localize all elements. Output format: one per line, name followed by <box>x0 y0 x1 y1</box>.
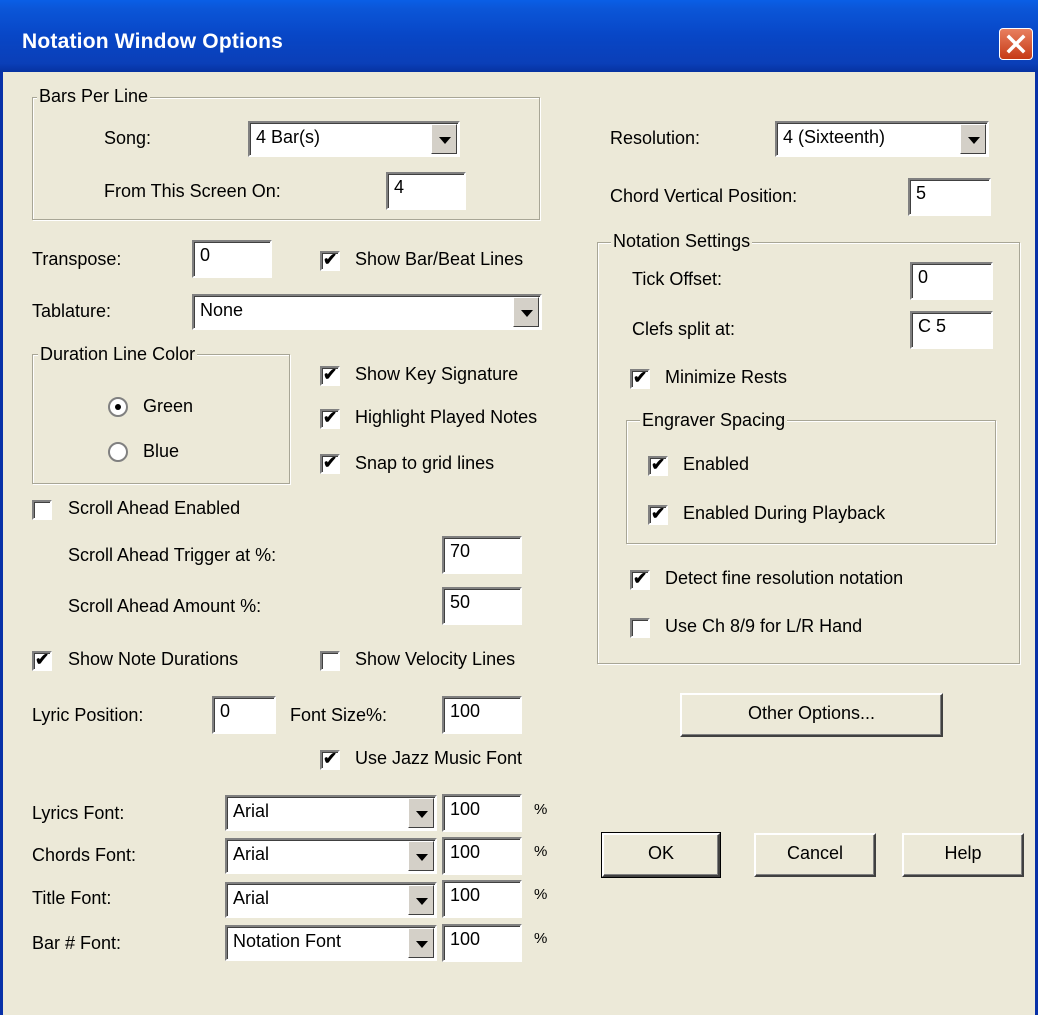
minimize-rests-label[interactable]: Minimize Rests <box>665 367 787 388</box>
resolution-label: Resolution: <box>610 128 701 148</box>
chord-vertical-input[interactable]: 5 <box>908 178 991 216</box>
use-ch-label[interactable]: Use Ch 8/9 for L/R Hand <box>665 616 862 637</box>
highlight-played-checkbox[interactable] <box>320 408 340 429</box>
chevron-down-icon[interactable] <box>408 928 434 958</box>
title-bar[interactable]: Notation Window Options <box>0 0 1038 72</box>
chords-font-value: Arial <box>233 844 270 864</box>
chords-font-select[interactable]: Arial <box>225 838 437 874</box>
song-bars-select[interactable]: 4 Bar(s) <box>248 121 460 157</box>
blue-label[interactable]: Blue <box>143 441 179 462</box>
tablature-value: None <box>200 300 244 320</box>
engraver-playback-label[interactable]: Enabled During Playback <box>683 503 885 524</box>
snap-grid-checkbox[interactable] <box>320 453 340 474</box>
title-font-value: Arial <box>233 888 270 908</box>
chevron-down-icon[interactable] <box>408 885 434 915</box>
ok-button[interactable]: OK <box>601 832 721 878</box>
scroll-trigger-label: Scroll Ahead Trigger at %: <box>68 545 277 565</box>
green-label[interactable]: Green <box>143 396 193 417</box>
lyric-position-label: Lyric Position: <box>32 705 144 725</box>
resolution-select[interactable]: 4 (Sixteenth) <box>775 121 989 157</box>
scroll-amount-input[interactable]: 50 <box>442 587 522 625</box>
song-bars-value: 4 Bar(s) <box>256 127 321 147</box>
bars-per-line-legend: Bars Per Line <box>37 86 151 107</box>
transpose-label: Transpose: <box>32 249 122 269</box>
scroll-ahead-checkbox[interactable] <box>32 500 52 520</box>
close-icon <box>1006 34 1026 54</box>
show-velocity-label[interactable]: Show Velocity Lines <box>355 649 515 670</box>
engraver-legend: Engraver Spacing <box>640 410 788 431</box>
snap-grid-label[interactable]: Snap to grid lines <box>355 453 494 474</box>
chords-font-unit: % <box>534 843 548 860</box>
blue-radio[interactable] <box>108 442 128 462</box>
minimize-rests-checkbox[interactable] <box>630 368 650 389</box>
detect-fine-label[interactable]: Detect fine resolution notation <box>665 568 903 589</box>
jazz-font-checkbox[interactable] <box>320 749 340 770</box>
other-options-button[interactable]: Other Options... <box>680 693 943 737</box>
show-key-sig-label[interactable]: Show Key Signature <box>355 364 518 385</box>
engraver-playback-checkbox[interactable] <box>648 504 668 525</box>
clefs-split-label: Clefs split at: <box>632 319 736 339</box>
scroll-amount-label: Scroll Ahead Amount %: <box>68 596 262 616</box>
show-key-sig-checkbox[interactable] <box>320 365 340 386</box>
jazz-font-label[interactable]: Use Jazz Music Font <box>355 748 522 769</box>
title-font-label: Title Font: <box>32 888 112 908</box>
lyrics-font-label: Lyrics Font: <box>32 803 125 823</box>
notation-settings-legend: Notation Settings <box>611 231 753 252</box>
show-note-durations-checkbox[interactable] <box>32 650 52 671</box>
engraver-group <box>626 420 996 544</box>
bar-font-value: Notation Font <box>233 931 342 951</box>
font-size-input[interactable]: 100 <box>442 696 522 734</box>
tick-offset-label: Tick Offset: <box>632 269 723 289</box>
bar-font-unit: % <box>534 930 548 947</box>
window-title: Notation Window Options <box>22 30 284 53</box>
song-label: Song: <box>104 128 152 148</box>
title-font-unit: % <box>534 886 548 903</box>
scroll-trigger-input[interactable]: 70 <box>442 536 522 574</box>
lyrics-font-select[interactable]: Arial <box>225 795 437 831</box>
help-button[interactable]: Help <box>902 833 1024 877</box>
transpose-input[interactable]: 0 <box>192 240 272 278</box>
show-bar-beat-label[interactable]: Show Bar/Beat Lines <box>355 249 523 270</box>
cancel-button[interactable]: Cancel <box>754 833 876 877</box>
tick-offset-input[interactable]: 0 <box>910 262 993 300</box>
use-ch-checkbox[interactable] <box>630 618 650 638</box>
show-note-durations-label[interactable]: Show Note Durations <box>68 649 238 670</box>
duration-color-legend: Duration Line Color <box>38 344 198 365</box>
show-velocity-checkbox[interactable] <box>320 651 340 671</box>
chevron-down-icon[interactable] <box>960 124 986 154</box>
lyric-position-input[interactable]: 0 <box>212 696 276 734</box>
chord-vertical-label: Chord Vertical Position: <box>610 186 798 206</box>
bar-font-label: Bar # Font: <box>32 933 122 953</box>
chevron-down-icon[interactable] <box>408 798 434 828</box>
chevron-down-icon[interactable] <box>431 124 457 154</box>
tablature-label: Tablature: <box>32 301 112 321</box>
engraver-enabled-checkbox[interactable] <box>648 455 668 476</box>
show-bar-beat-checkbox[interactable] <box>320 250 340 271</box>
bar-font-select[interactable]: Notation Font <box>225 925 437 961</box>
bar-font-size-input[interactable]: 100 <box>442 924 522 962</box>
tablature-select[interactable]: None <box>192 294 542 330</box>
title-font-select[interactable]: Arial <box>225 882 437 918</box>
close-button[interactable] <box>999 28 1033 60</box>
resolution-value: 4 (Sixteenth) <box>783 127 886 147</box>
chords-font-size-input[interactable]: 100 <box>442 837 522 875</box>
chords-font-label: Chords Font: <box>32 845 137 865</box>
lyrics-font-size-input[interactable]: 100 <box>442 794 522 832</box>
green-radio[interactable] <box>108 397 128 417</box>
clefs-split-input[interactable]: C 5 <box>910 311 993 349</box>
duration-color-group <box>32 354 290 484</box>
scroll-ahead-label[interactable]: Scroll Ahead Enabled <box>68 498 240 519</box>
from-screen-input[interactable]: 4 <box>386 172 466 210</box>
font-size-label: Font Size%: <box>290 705 388 725</box>
title-font-size-input[interactable]: 100 <box>442 880 522 918</box>
chevron-down-icon[interactable] <box>513 297 539 327</box>
highlight-played-label[interactable]: Highlight Played Notes <box>355 407 537 428</box>
lyrics-font-unit: % <box>534 801 548 818</box>
chevron-down-icon[interactable] <box>408 841 434 871</box>
detect-fine-checkbox[interactable] <box>630 569 650 590</box>
lyrics-font-value: Arial <box>233 801 270 821</box>
from-screen-label: From This Screen On: <box>104 181 281 201</box>
engraver-enabled-label[interactable]: Enabled <box>683 454 749 475</box>
